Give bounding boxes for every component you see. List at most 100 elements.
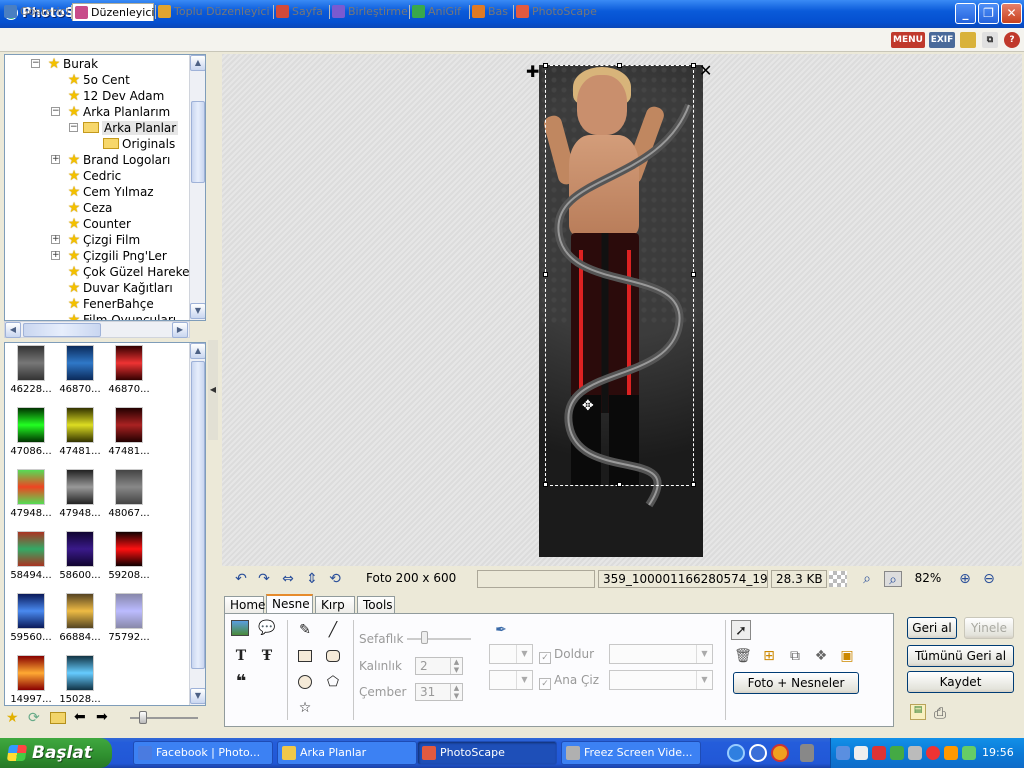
tree-node[interactable]: ★ Çok Güzel Hareketli [65, 264, 201, 280]
thumbs-scroll-up-button[interactable]: ▲ [190, 343, 205, 359]
tree-expander[interactable]: + [51, 155, 60, 164]
taskbar-button[interactable]: Facebook | Photo... [133, 741, 273, 765]
tab-düzenleyici[interactable]: Düzenleyici [72, 3, 154, 21]
rotate-free-icon[interactable]: ⟲ [326, 571, 344, 587]
maximize-button[interactable]: ❐ [978, 3, 999, 24]
line-color-dropdown[interactable]: ▼ [489, 644, 533, 664]
selection-box[interactable] [543, 63, 696, 487]
taskbar-button[interactable]: PhotoScape [417, 741, 557, 765]
antivirus-tray-icon[interactable] [890, 746, 904, 760]
tree-node[interactable]: ★ 5o Cent [65, 72, 130, 88]
rounded-rectangle-tool-icon[interactable] [323, 646, 343, 666]
thumbnail-item[interactable]: 75792... [107, 593, 151, 653]
photo-object-icon[interactable] [231, 620, 249, 636]
thumbnail-item[interactable]: 46228... [9, 345, 53, 405]
move-cross-icon[interactable]: ✚ [526, 62, 539, 81]
record-tray-icon[interactable] [926, 746, 940, 760]
rectangle-tool-icon[interactable] [295, 646, 315, 666]
panel-tab-kirp[interactable]: Kırp [315, 596, 355, 614]
fill-color-dropdown[interactable]: ▼ [489, 670, 533, 690]
volume-tray-icon[interactable] [854, 746, 868, 760]
open-folder-icon[interactable] [50, 712, 66, 724]
thumbnail-item[interactable]: 59560... [9, 593, 53, 653]
scroll-down-button[interactable]: ▼ [190, 303, 205, 319]
text-box-icon[interactable]: Ŧ [257, 646, 277, 666]
security-tray-icon[interactable] [872, 746, 886, 760]
scroll-left-button[interactable]: ◀ [5, 322, 21, 338]
tree-node[interactable]: ★ 12 Dev Adam [65, 88, 165, 104]
circle-tool-icon[interactable] [295, 672, 315, 692]
flip-horizontal-icon[interactable]: ⇔ [279, 571, 297, 587]
star-tool-icon[interactable]: ☆ [295, 698, 315, 718]
line-tool-icon[interactable]: ╱ [323, 620, 343, 640]
tree-node[interactable]: ★ Cem Yılmaz [65, 184, 154, 200]
forward-arrow-icon[interactable]: ➡ [96, 709, 108, 725]
taskbar-button[interactable]: Freez Screen Vide... [561, 741, 701, 765]
undo-button[interactable]: Geri al [907, 617, 957, 639]
zoom-out-icon[interactable]: ⊖ [980, 571, 998, 587]
speech-balloon-icon[interactable]: 💬 [257, 618, 277, 638]
back-arrow-icon[interactable]: ⬅ [74, 709, 86, 725]
text-tool-icon[interactable]: T [231, 646, 251, 666]
tab-anigif[interactable]: AniGif [410, 3, 468, 21]
zoom-in-icon[interactable]: ⊕ [956, 571, 974, 587]
tab-gösterici[interactable]: Gösterici [2, 3, 70, 21]
thumbnail-item[interactable]: 59208... [107, 531, 151, 591]
network-tray-icon[interactable] [836, 746, 850, 760]
media-quicklaunch-icon[interactable] [771, 744, 789, 762]
help-icon[interactable]: ? [1004, 32, 1020, 48]
doldur-checkbox[interactable]: ✓ Doldur [539, 647, 594, 664]
add-object-icon[interactable]: ⊞ [759, 646, 779, 666]
thumbnail-grid[interactable]: 46228... 46870... 46870... 47086... 47481...… [4, 342, 206, 706]
tree-node[interactable]: ★ FenerBahçe [65, 296, 154, 312]
save-button[interactable]: Kaydet [907, 671, 1014, 693]
minimize-button[interactable]: _ [955, 3, 976, 24]
tree-vertical-scrollbar[interactable]: ▲ ▼ [189, 55, 205, 320]
foto-nesneler-button[interactable]: Foto + Nesneler [733, 672, 859, 694]
scroll-right-button[interactable]: ▶ [172, 322, 188, 338]
ana-ciz-checkbox[interactable]: ✓ Ana Çiz [539, 673, 599, 690]
panel-tab-home[interactable]: Home [224, 596, 265, 614]
delete-object-trash-icon[interactable]: 🗑 [733, 646, 753, 666]
hscroll-thumb[interactable] [23, 323, 101, 337]
quote-icon[interactable]: ❝ [231, 672, 251, 692]
tree-node[interactable]: Arka Planlar [83, 120, 179, 136]
thumb-size-slider-handle[interactable] [139, 711, 147, 724]
thumbnail-item[interactable]: 47948... [58, 469, 102, 529]
rotate-left-icon[interactable]: ↶ [232, 571, 250, 587]
group-object-icon[interactable]: ❖ [811, 646, 831, 666]
tree-expander[interactable]: + [51, 235, 60, 244]
thumbnail-item[interactable]: 66884... [58, 593, 102, 653]
tree-expander[interactable]: − [69, 123, 78, 132]
tree-node[interactable]: ★ Cedric [65, 168, 122, 184]
panel-collapse-handle[interactable]: ◀ [208, 340, 218, 440]
tree-node[interactable]: Originals [103, 136, 175, 152]
tree-expander[interactable]: − [31, 59, 40, 68]
nvidia-tray-icon[interactable] [962, 746, 976, 760]
menu-button[interactable]: MENU [891, 32, 925, 48]
thumbs-vertical-scrollbar[interactable]: ▲ ▼ [189, 343, 205, 705]
tab-toplu-düzenleyici[interactable]: Toplu Düzenleyici [156, 3, 272, 21]
flip-vertical-icon[interactable]: ⇕ [303, 571, 321, 587]
transparency-icon[interactable] [829, 571, 847, 587]
thumbnail-item[interactable]: 58494... [9, 531, 53, 591]
thumbnail-item[interactable]: 47481... [107, 407, 151, 467]
thumbnail-item[interactable]: 14997... [9, 655, 53, 705]
undo-all-button[interactable]: Tümünü Geri al [907, 645, 1014, 667]
tab-birleştirme[interactable]: Birleştirme [330, 3, 408, 21]
thumbnail-item[interactable]: 46870... [58, 345, 102, 405]
tree-horizontal-scrollbar[interactable]: ◀ [4, 321, 190, 338]
eyedropper-icon[interactable]: ✒ [491, 620, 511, 640]
panel-tab-nesne[interactable]: Nesne [266, 594, 313, 615]
object-properties-icon[interactable]: ▣ [837, 646, 857, 666]
select-pointer-icon[interactable]: ➚ [731, 620, 751, 640]
thumbs-scroll-down-button[interactable]: ▼ [190, 688, 205, 704]
zoom-fit-icon[interactable]: ⌕ [858, 571, 876, 587]
redo-button[interactable]: Yinele [964, 617, 1014, 639]
exif-button[interactable]: EXIF [929, 32, 955, 48]
tree-node[interactable]: ★ Çizgi Film [65, 232, 140, 248]
tree-node[interactable]: ★ Duvar Kağıtları [65, 280, 173, 296]
tab-photoscape[interactable]: PhotoScape [514, 3, 598, 21]
update-tray-icon[interactable] [944, 746, 958, 760]
pen-tool-icon[interactable]: ✎ [295, 620, 315, 640]
